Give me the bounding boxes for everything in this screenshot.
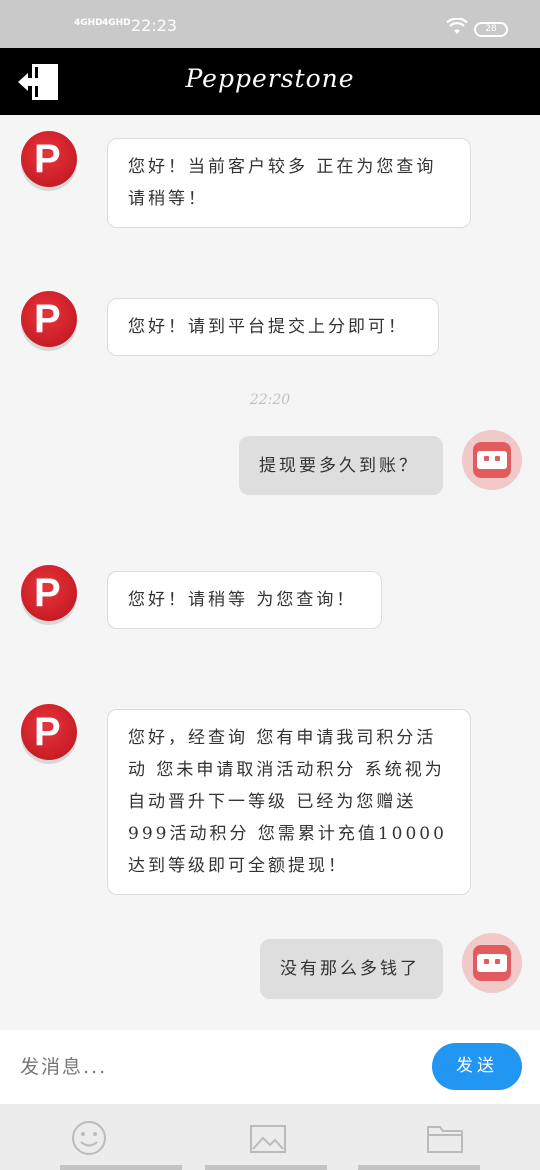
send-button[interactable]: 发送 [432,1043,522,1090]
message-timestamp: 22:20 [249,392,291,408]
message-bubble-agent: 您好！当前客户较多 正在为您查询请稍等！ [107,138,471,228]
wifi-icon [446,18,468,34]
user-avatar[interactable] [462,430,522,490]
attachment-toolbar [0,1104,540,1170]
agent-avatar[interactable]: P [21,565,77,621]
status-time: 22:23 [131,16,178,35]
network-indicator-2: 4GHD [102,18,131,28]
toolbar-underline [358,1165,480,1170]
toolbar-underline [205,1165,327,1170]
toolbar-underline [60,1165,182,1170]
battery-level: 28 [485,24,497,34]
message-input[interactable] [20,1048,410,1086]
status-bar: 4GHD 4GHD 22:23 28 [0,0,540,48]
chat-thread[interactable]: P 您好！当前客户较多 正在为您查询请稍等！ P 您好！请到平台提交上分即可！ … [0,115,540,1030]
user-avatar[interactable] [462,933,522,993]
message-composer: 发送 [0,1030,540,1104]
message-bubble-user: 提现要多久到账？ [239,436,443,495]
message-bubble-agent: 您好！请到平台提交上分即可！ [107,298,439,356]
image-icon[interactable] [248,1118,288,1158]
smiley-icon[interactable] [69,1118,109,1158]
agent-avatar[interactable]: P [21,131,77,187]
network-indicator-1: 4GHD [74,18,103,28]
message-bubble-agent: 您好，经查询 您有申请我司积分活动 您未申请取消活动积分 系统视为自动晋升下一等… [107,709,471,895]
chat-title: Pepperstone [185,64,355,93]
message-bubble-agent: 您好！请稍等 为您查询！ [107,571,382,629]
message-bubble-user: 没有那么多钱了 [260,939,443,999]
folder-icon[interactable] [425,1118,465,1158]
battery-icon: 28 [474,22,508,37]
agent-avatar[interactable]: P [21,291,77,347]
agent-avatar[interactable]: P [21,704,77,760]
app-header: Pepperstone [0,48,540,115]
